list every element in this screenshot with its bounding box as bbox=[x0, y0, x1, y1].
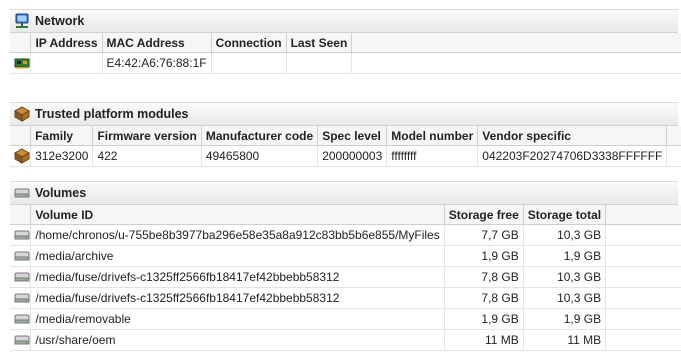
column-header-family[interactable]: Family bbox=[30, 126, 94, 146]
storage-free-cell: 11 MB bbox=[444, 329, 524, 351]
volumes-table: Volume ID Storage free Storage total /ho… bbox=[10, 205, 681, 351]
model-number-cell: ffffffff bbox=[386, 145, 479, 167]
chip-icon bbox=[14, 106, 30, 122]
table-row[interactable]: /media/removable 1,9 GB 1,9 GB bbox=[10, 308, 681, 330]
tpm-title: Trusted platform modules bbox=[35, 107, 189, 121]
volume-id-cell: /media/fuse/drivefs-c1325ff2566fb18417ef… bbox=[30, 266, 445, 288]
tpm-section-header: Trusted platform modules bbox=[10, 102, 678, 126]
spec-level-cell: 200000003 bbox=[317, 145, 388, 167]
table-row[interactable]: E4:42:A6:76:88:1F bbox=[10, 52, 681, 74]
storage-free-cell: 1,9 GB bbox=[444, 245, 524, 267]
vendor-specific-cell: 042203F20274706D3338FFFFFF bbox=[477, 145, 668, 167]
icon-column-header bbox=[10, 33, 32, 53]
column-header-last-seen[interactable]: Last Seen bbox=[286, 33, 353, 53]
storage-total-cell: 11 MB bbox=[523, 329, 607, 351]
volume-id-cell: /media/archive bbox=[30, 245, 445, 267]
column-header-storage-free[interactable]: Storage free bbox=[444, 205, 524, 225]
network-table: IP Address MAC Address Connection Last S… bbox=[10, 33, 681, 74]
volume-id-cell: /usr/share/oem bbox=[30, 329, 445, 351]
column-header-connection[interactable]: Connection bbox=[211, 33, 287, 53]
table-row[interactable]: /home/chronos/u-755be8b3977ba296e58e35a8… bbox=[10, 224, 681, 246]
last-seen-cell bbox=[286, 52, 353, 74]
network-title: Network bbox=[35, 14, 85, 28]
table-row[interactable]: /media/archive 1,9 GB 1,9 GB bbox=[10, 245, 681, 267]
volume-id-cell: /media/fuse/drivefs-c1325ff2566fb18417ef… bbox=[30, 287, 445, 309]
table-row[interactable]: /media/fuse/drivefs-c1325ff2566fb18417ef… bbox=[10, 287, 681, 309]
column-header-manufacturer[interactable]: Manufacturer code bbox=[201, 126, 319, 146]
drive-icon bbox=[14, 251, 30, 261]
drive-icon bbox=[14, 335, 30, 345]
column-header-firmware[interactable]: Firmware version bbox=[92, 126, 202, 146]
manufacturer-cell: 49465800 bbox=[201, 145, 319, 167]
storage-free-cell: 7,8 GB bbox=[444, 266, 524, 288]
drive-icon bbox=[14, 293, 30, 303]
column-header-vendor[interactable]: Vendor specific bbox=[477, 126, 668, 146]
volume-id-cell: /home/chronos/u-755be8b3977ba296e58e35a8… bbox=[30, 224, 445, 246]
mac-address-cell: E4:42:A6:76:88:1F bbox=[102, 52, 212, 74]
icon-column-header bbox=[10, 205, 32, 225]
table-row[interactable]: /media/fuse/drivefs-c1325ff2566fb18417ef… bbox=[10, 266, 681, 288]
drive-icon bbox=[14, 188, 30, 198]
storage-free-cell: 7,8 GB bbox=[444, 287, 524, 309]
column-header-mac[interactable]: MAC Address bbox=[102, 33, 212, 53]
storage-free-cell: 1,9 GB bbox=[444, 308, 524, 330]
table-row[interactable]: 312e3200 422 49465800 200000003 ffffffff… bbox=[10, 145, 681, 167]
column-filler bbox=[351, 33, 681, 53]
storage-total-cell: 1,9 GB bbox=[523, 308, 607, 330]
column-header-ip[interactable]: IP Address bbox=[30, 33, 103, 53]
volumes-section-header: Volumes bbox=[10, 181, 678, 205]
connection-cell bbox=[211, 52, 287, 74]
storage-free-cell: 7,7 GB bbox=[444, 224, 524, 246]
column-filler bbox=[666, 126, 681, 146]
storage-total-cell: 10,3 GB bbox=[523, 266, 607, 288]
drive-icon bbox=[14, 314, 30, 324]
tpm-table: Family Firmware version Manufacturer cod… bbox=[10, 126, 681, 167]
drive-icon bbox=[14, 230, 30, 240]
storage-total-cell: 10,3 GB bbox=[523, 287, 607, 309]
firmware-cell: 422 bbox=[92, 145, 202, 167]
network-card-icon bbox=[14, 58, 30, 69]
volume-id-cell: /media/removable bbox=[30, 308, 445, 330]
drive-icon bbox=[14, 272, 30, 282]
storage-total-cell: 1,9 GB bbox=[523, 245, 607, 267]
family-cell: 312e3200 bbox=[30, 145, 94, 167]
icon-column-header bbox=[10, 126, 32, 146]
storage-total-cell: 10,3 GB bbox=[523, 224, 607, 246]
column-header-volume-id[interactable]: Volume ID bbox=[30, 205, 445, 225]
column-header-spec[interactable]: Spec level bbox=[317, 126, 388, 146]
ip-address-cell bbox=[30, 52, 103, 74]
volumes-title: Volumes bbox=[35, 186, 87, 200]
network-section-header: Network bbox=[10, 9, 678, 33]
column-filler bbox=[605, 205, 681, 225]
column-header-model[interactable]: Model number bbox=[386, 126, 479, 146]
column-header-storage-total[interactable]: Storage total bbox=[523, 205, 607, 225]
table-row[interactable]: /usr/share/oem 11 MB 11 MB bbox=[10, 329, 681, 351]
network-icon bbox=[15, 13, 29, 28]
chip-icon bbox=[14, 148, 30, 164]
